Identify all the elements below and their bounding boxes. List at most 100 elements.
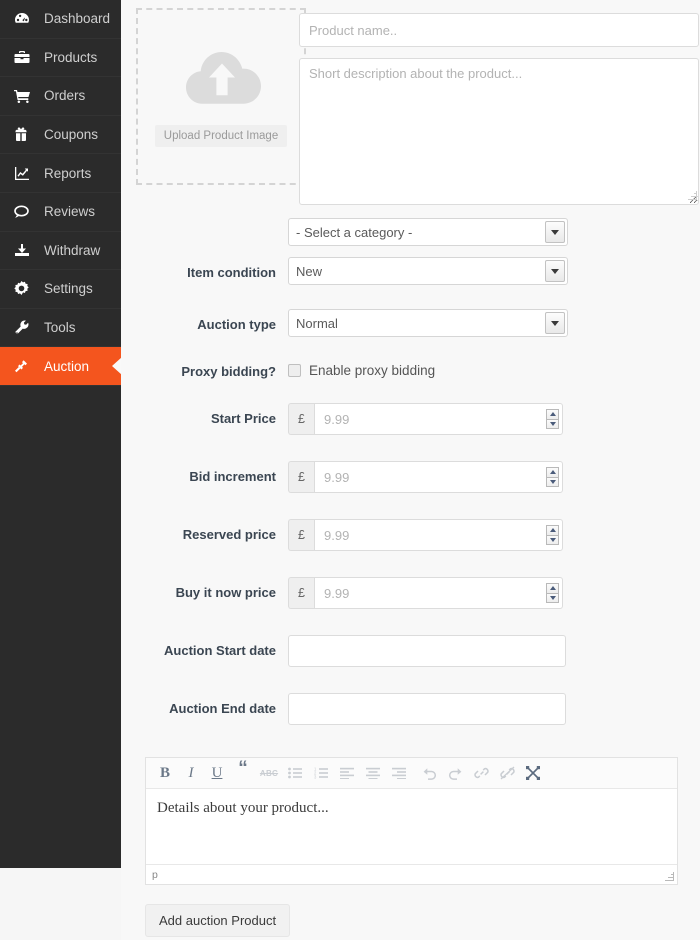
unlink-icon[interactable] (494, 760, 520, 786)
briefcase-icon (14, 49, 36, 65)
enable-proxy-bidding-checkbox[interactable] (288, 364, 301, 377)
gear-icon (14, 281, 36, 297)
redo-icon[interactable] (442, 760, 468, 786)
align-center-icon[interactable] (360, 760, 386, 786)
comment-icon (14, 204, 36, 220)
form-row-start-price: Start Price £ 9.99 (121, 403, 700, 435)
start-price-label: Start Price (210, 411, 276, 426)
product-description-editor: B I U “ ABC 123 Details about your produ… (145, 757, 678, 885)
stepper-down-icon[interactable] (546, 418, 559, 429)
link-icon[interactable] (468, 760, 494, 786)
bid-increment-input[interactable]: 9.99 (314, 461, 563, 493)
align-left-icon[interactable] (334, 760, 360, 786)
form-row-auction-type: Auction type Normal (121, 309, 700, 337)
main-content: Upload Product Image - Select a category… (121, 0, 700, 940)
currency-symbol: £ (288, 461, 314, 493)
form-row-reserved-price: Reserved price £ 9.99 (121, 519, 700, 551)
unordered-list-icon[interactable] (282, 760, 308, 786)
sidebar-item-label: Tools (44, 320, 76, 336)
sidebar: Dashboard Products Orders Coupons Report… (0, 0, 122, 868)
start-price-stepper[interactable] (546, 409, 559, 429)
upload-tray-icon (14, 242, 36, 258)
sidebar-item-reviews[interactable]: Reviews (0, 193, 121, 232)
buy-it-now-price-stepper[interactable] (546, 583, 559, 603)
bold-icon[interactable]: B (152, 760, 178, 786)
chevron-down-icon[interactable] (545, 260, 565, 282)
buy-it-now-price-input[interactable]: 9.99 (314, 577, 563, 609)
sidebar-item-reports[interactable]: Reports (0, 154, 121, 193)
form-row-bid-increment: Bid increment £ 9.99 (121, 461, 700, 493)
editor-resize-grip[interactable] (664, 872, 674, 882)
sidebar-item-withdraw[interactable]: Withdraw (0, 232, 121, 271)
sidebar-item-auction[interactable]: Auction (0, 347, 122, 386)
add-auction-product-button[interactable]: Add auction Product (145, 904, 291, 937)
upload-product-image-button[interactable]: Upload Product Image (154, 125, 288, 147)
sidebar-item-products[interactable]: Products (0, 39, 121, 78)
chevron-down-icon[interactable] (545, 312, 565, 334)
strikethrough-icon[interactable]: ABC (256, 760, 282, 786)
short-description-textarea[interactable] (299, 58, 699, 205)
sidebar-item-label: Withdraw (44, 242, 101, 258)
currency-symbol: £ (288, 577, 314, 609)
editor-content-area[interactable]: Details about your product... (146, 789, 677, 864)
bid-increment-label: Bid increment (189, 469, 276, 484)
form-row-auction-end-date: Auction End date (121, 693, 700, 725)
sidebar-item-orders[interactable]: Orders (0, 77, 121, 116)
italic-icon[interactable]: I (178, 760, 204, 786)
form-row-auction-start-date: Auction Start date (121, 635, 700, 667)
form-row-item-condition: Item condition New (121, 257, 700, 285)
stepper-down-icon[interactable] (546, 592, 559, 603)
sidebar-item-tools[interactable]: Tools (0, 309, 121, 348)
reserved-price-input[interactable]: 9.99 (314, 519, 563, 551)
stepper-up-icon[interactable] (546, 467, 559, 477)
chevron-down-icon[interactable] (545, 221, 565, 243)
sidebar-item-label: Reports (44, 165, 92, 181)
sidebar-item-label: Dashboard (44, 11, 111, 27)
bid-increment-stepper[interactable] (546, 467, 559, 487)
auction-end-date-input[interactable] (288, 693, 566, 725)
item-condition-label: Item condition (187, 265, 276, 280)
product-image-dropzone[interactable]: Upload Product Image (136, 8, 306, 185)
sidebar-item-label: Products (44, 49, 98, 65)
form-row-buy-it-now-price: Buy it now price £ 9.99 (121, 577, 700, 609)
auction-type-select[interactable]: Normal (288, 309, 568, 337)
currency-symbol: £ (288, 519, 314, 551)
enable-proxy-bidding-label[interactable]: Enable proxy bidding (309, 363, 435, 378)
underline-icon[interactable]: U (204, 760, 230, 786)
stepper-up-icon[interactable] (546, 409, 559, 419)
gift-icon (14, 127, 36, 143)
start-price-placeholder: 9.99 (324, 411, 350, 427)
stepper-up-icon[interactable] (546, 525, 559, 535)
dashboard-gauge-icon (14, 11, 36, 27)
start-price-input[interactable]: 9.99 (314, 403, 563, 435)
category-select[interactable]: - Select a category - (288, 218, 568, 246)
stepper-down-icon[interactable] (546, 476, 559, 487)
buy-it-now-price-input-group: £ 9.99 (288, 577, 563, 609)
item-condition-select-value: New (296, 263, 323, 279)
sidebar-item-label: Auction (44, 358, 90, 374)
sidebar-item-coupons[interactable]: Coupons (0, 116, 121, 155)
auction-start-date-label: Auction Start date (164, 643, 276, 658)
auction-start-date-input[interactable] (288, 635, 566, 667)
stepper-down-icon[interactable] (546, 534, 559, 545)
product-name-input[interactable] (299, 13, 699, 47)
chart-line-icon (14, 165, 36, 181)
sidebar-item-label: Orders (44, 88, 86, 104)
fullscreen-icon[interactable] (520, 760, 546, 786)
buy-it-now-price-label: Buy it now price (175, 585, 276, 600)
ordered-list-icon[interactable]: 123 (308, 760, 334, 786)
align-right-icon[interactable] (386, 760, 412, 786)
reserved-price-stepper[interactable] (546, 525, 559, 545)
auction-end-date-label: Auction End date (169, 701, 276, 716)
sidebar-item-dashboard[interactable]: Dashboard (0, 0, 121, 39)
undo-icon[interactable] (416, 760, 442, 786)
gavel-icon (14, 358, 36, 374)
blockquote-icon[interactable]: “ (230, 759, 256, 786)
sidebar-item-settings[interactable]: Settings (0, 270, 121, 309)
auction-type-label: Auction type (197, 317, 276, 332)
buy-it-now-price-placeholder: 9.99 (324, 585, 350, 601)
stepper-up-icon[interactable] (546, 583, 559, 593)
item-condition-select[interactable]: New (288, 257, 568, 285)
editor-element-path: p (152, 869, 158, 881)
bid-increment-input-group: £ 9.99 (288, 461, 563, 493)
